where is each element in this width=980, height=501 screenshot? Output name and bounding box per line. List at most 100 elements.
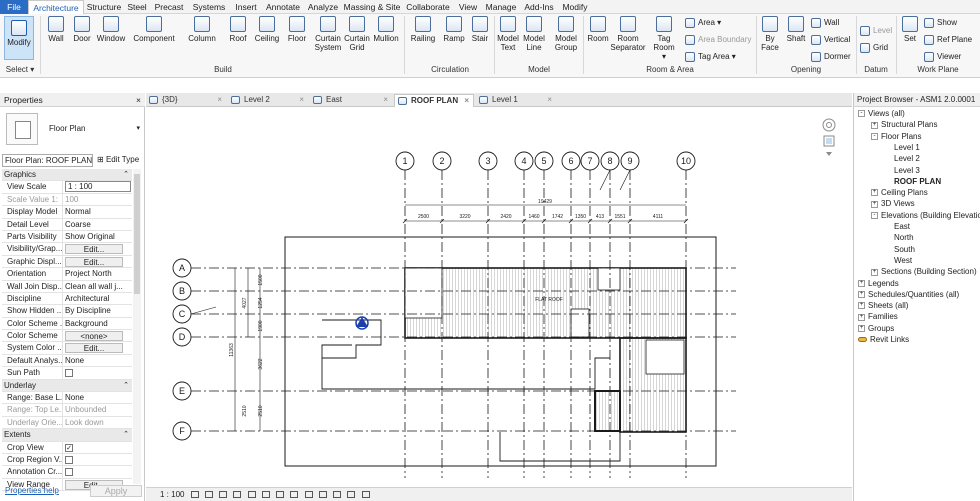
properties-help-link[interactable]: Properties help <box>5 486 59 495</box>
scroll-thumb[interactable] <box>134 174 140 294</box>
curtain-grid-button[interactable]: Curtain Grid <box>342 16 372 62</box>
show-button[interactable]: Show <box>924 17 957 28</box>
tag-room-button[interactable]: Tag Room ▾ <box>651 16 677 62</box>
by-face-button[interactable]: By Face <box>759 16 781 62</box>
property-group-header[interactable]: Graphics ⌃ <box>2 169 132 182</box>
property-value[interactable] <box>62 367 132 379</box>
close-icon[interactable]: × <box>383 94 388 106</box>
ref-plane-button[interactable]: Ref Plane <box>924 34 972 45</box>
tag-area-button[interactable]: Tag Area ▾ <box>685 51 736 62</box>
close-icon[interactable]: × <box>217 94 222 106</box>
property-value[interactable]: None <box>62 354 132 367</box>
visual-style-icon[interactable] <box>204 491 213 499</box>
collapse-icon[interactable]: ⌃ <box>123 429 129 440</box>
tree-node[interactable]: South <box>884 244 915 255</box>
property-value[interactable]: Edit... <box>62 255 132 268</box>
property-value[interactable]: By Discipline <box>62 305 132 317</box>
property-value[interactable]: Architectural <box>62 292 132 305</box>
tab-steel[interactable]: Steel <box>124 0 150 14</box>
window-button[interactable]: Window <box>95 16 127 60</box>
temporary-view-icon[interactable] <box>333 491 342 499</box>
opening-wall-button[interactable]: Wall <box>811 17 839 28</box>
temporary-hide-icon[interactable] <box>304 491 313 499</box>
model-line-button[interactable]: Model Line <box>521 16 547 62</box>
stair-button[interactable]: Stair <box>468 16 492 60</box>
property-value[interactable]: Normal <box>62 206 132 218</box>
column-button[interactable]: Column <box>185 16 219 60</box>
property-value[interactable]: Edit... <box>62 342 132 354</box>
wall-button[interactable]: Wall <box>44 16 68 60</box>
tab-massing-site[interactable]: Massing & Site <box>342 0 402 14</box>
type-selector[interactable]: Floor Plan ▾ <box>3 110 142 152</box>
property-edit-button[interactable]: <none> <box>65 331 123 342</box>
tab-architecture[interactable]: Architecture <box>28 0 84 14</box>
door-button[interactable]: Door <box>70 16 94 60</box>
tree-node[interactable]: + Legends <box>858 278 899 289</box>
viewer-button[interactable]: Viewer <box>924 51 961 62</box>
view-tab--3d-[interactable]: {3D} × <box>146 94 226 107</box>
floor-button[interactable]: Floor <box>284 16 310 60</box>
expand-icon[interactable]: + <box>858 291 865 299</box>
level-button[interactable]: Level <box>860 25 892 36</box>
component-button[interactable]: Component <box>132 16 176 60</box>
tree-node[interactable]: + Schedules/Quantities (all) <box>858 289 959 300</box>
property-value[interactable]: 1 : 100 <box>62 181 132 193</box>
tree-node[interactable]: Level 1 <box>884 142 920 153</box>
tab-add-ins[interactable]: Add-Ins <box>520 0 558 14</box>
room-separator-button[interactable]: Room Separator <box>610 16 646 62</box>
mullion-button[interactable]: Mullion <box>371 16 401 60</box>
set-button[interactable]: Set <box>899 16 921 60</box>
roof-button[interactable]: Roof <box>225 16 251 60</box>
close-icon[interactable]: × <box>464 95 469 107</box>
tab-collaborate[interactable]: Collaborate <box>402 0 454 14</box>
detail-level-icon[interactable] <box>190 491 199 499</box>
ceiling-button[interactable]: Ceiling <box>253 16 281 60</box>
expand-icon[interactable]: + <box>858 279 865 287</box>
property-value[interactable]: Background <box>62 317 132 330</box>
apply-button[interactable]: Apply <box>90 485 142 497</box>
crop-view-icon[interactable] <box>261 491 270 499</box>
drawing-canvas[interactable]: 1 2 3 4 5 6 7 8 9 10 A B C D E F 19429 2500 3220 2420 1460 17… <box>146 108 852 485</box>
view-tab-roof-plan[interactable]: ROOF PLAN × <box>394 94 474 107</box>
property-value[interactable] <box>62 453 132 466</box>
view-scale[interactable]: 1 : 100 <box>160 490 184 499</box>
property-group-header[interactable]: Underlay ⌃ <box>2 379 132 393</box>
collapse-icon[interactable]: - <box>858 110 865 118</box>
property-edit-button[interactable]: Edit... <box>65 256 123 267</box>
shadows-icon[interactable] <box>233 491 242 499</box>
tab-systems[interactable]: Systems <box>188 0 230 14</box>
tree-node[interactable]: Level 3 <box>884 165 920 176</box>
tree-node[interactable]: - Elevations (Building Elevation) <box>871 210 980 221</box>
property-checkbox[interactable]: ✓ <box>65 443 73 452</box>
property-value[interactable]: Edit... <box>62 243 132 255</box>
show-crop-icon[interactable] <box>276 491 285 499</box>
shaft-button[interactable]: Shaft <box>783 16 809 60</box>
property-checkbox[interactable] <box>65 369 73 378</box>
instance-selector[interactable]: Floor Plan: ROOF PLAN <box>2 154 93 167</box>
tab-manage[interactable]: Manage <box>482 0 520 14</box>
railing-button[interactable]: Railing <box>408 16 438 60</box>
view-tab-level-2[interactable]: Level 2 × <box>228 94 308 107</box>
tree-node[interactable]: Level 2 <box>884 153 920 164</box>
lock-icon[interactable] <box>290 491 299 499</box>
property-value[interactable] <box>62 466 132 478</box>
roof-plan-drawing[interactable]: 1 2 3 4 5 6 7 8 9 10 A B C D E F 19429 2500 3220 2420 1460 17… <box>146 108 852 485</box>
tree-node[interactable]: Revit Links <box>858 334 909 345</box>
property-group-header[interactable]: Extents ⌃ <box>2 429 132 442</box>
tree-node[interactable]: + Groups <box>858 323 894 334</box>
property-value[interactable]: <none> <box>62 330 132 342</box>
tab-analyze[interactable]: Analyze <box>304 0 342 14</box>
property-edit-button[interactable]: Edit... <box>65 244 123 255</box>
model-text-button[interactable]: Model Text <box>496 16 520 62</box>
property-value[interactable]: Look down <box>62 416 132 429</box>
tab-view[interactable]: View <box>454 0 482 14</box>
tree-node[interactable]: + Ceiling Plans <box>871 187 928 198</box>
tab-annotate[interactable]: Annotate <box>262 0 304 14</box>
close-icon[interactable]: × <box>136 93 141 107</box>
collapse-icon[interactable]: ⌃ <box>123 169 129 180</box>
expand-icon[interactable]: + <box>858 302 865 310</box>
properties-scrollbar[interactable] <box>133 169 141 484</box>
property-value[interactable]: Coarse <box>62 218 132 230</box>
ramp-button[interactable]: Ramp <box>441 16 467 60</box>
view-tab-level-1[interactable]: Level 1 × <box>476 94 556 107</box>
